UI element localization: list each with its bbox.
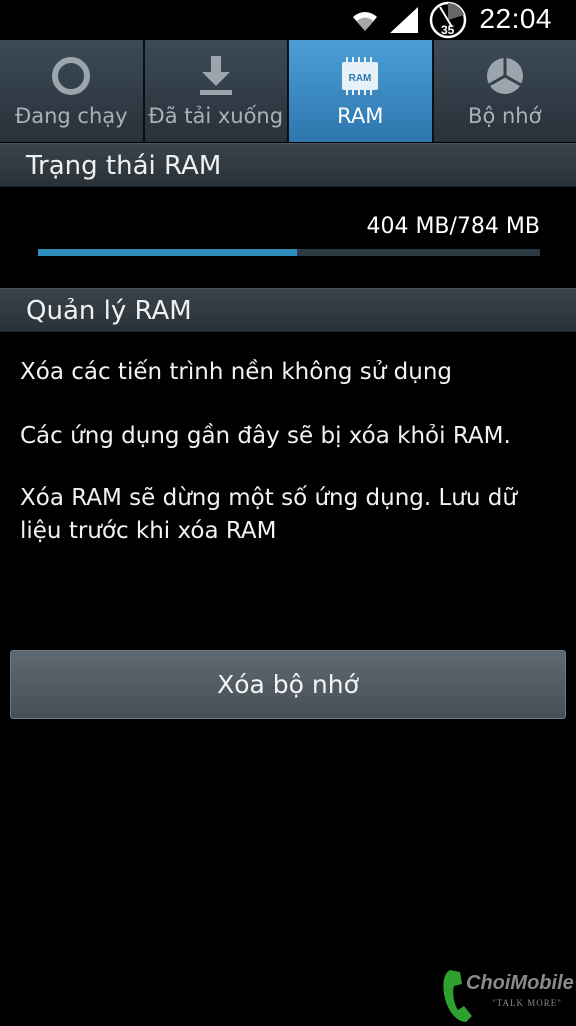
clear-memory-button[interactable]: Xóa bộ nhớ [10, 650, 566, 719]
ram-progress-bar [38, 249, 540, 256]
tab-ram[interactable]: RAM RAM [289, 40, 434, 142]
tab-label: RAM [289, 104, 432, 128]
ram-management-header: Quản lý RAM [0, 288, 576, 332]
tab-storage[interactable]: Bộ nhớ [434, 40, 576, 142]
ram-chip-text: RAM [349, 73, 372, 84]
tab-label: Đang chạy [0, 104, 143, 128]
tab-downloaded[interactable]: Đã tải xuống [145, 40, 290, 142]
ram-progress-fill [38, 249, 297, 256]
watermark-logo: ChoiMobile "TALK MORE" [440, 964, 576, 1024]
status-clock: 22:04 [479, 3, 552, 35]
info-line-background-processes: Xóa các tiến trình nền không sử dụng [20, 356, 556, 389]
info-line-recent-apps: Các ứng dụng gần đây sẽ bị xóa khỏi RAM. [20, 420, 556, 453]
ram-management-title: Quản lý RAM [26, 296, 192, 326]
info-line-warning: Xóa RAM sẽ dừng một số ứng dụng. Lưu dữ … [20, 482, 556, 548]
signal-icon [390, 7, 418, 33]
running-ring-icon [49, 54, 93, 98]
download-icon [196, 54, 236, 98]
wifi-icon [350, 5, 380, 33]
ram-usage-text: 404 MB/784 MB [366, 214, 540, 239]
ram-status-title: Trạng thái RAM [26, 151, 221, 181]
ram-chip-icon: RAM [338, 54, 382, 98]
storage-pie-icon [483, 54, 527, 98]
battery-level: 35 [441, 23, 454, 37]
watermark-tagline: "TALK MORE" [492, 998, 562, 1008]
watermark-brand: ChoiMobile [466, 972, 574, 995]
ram-status-header: Trạng thái RAM [0, 143, 576, 187]
tab-label: Bộ nhớ [434, 104, 576, 128]
tab-bar: Đang chạy Đã tải xuống RAM RAM [0, 40, 576, 142]
tab-running[interactable]: Đang chạy [0, 40, 145, 142]
status-bar: 35 22:04 [0, 0, 576, 40]
tab-label: Đã tải xuống [145, 104, 288, 128]
